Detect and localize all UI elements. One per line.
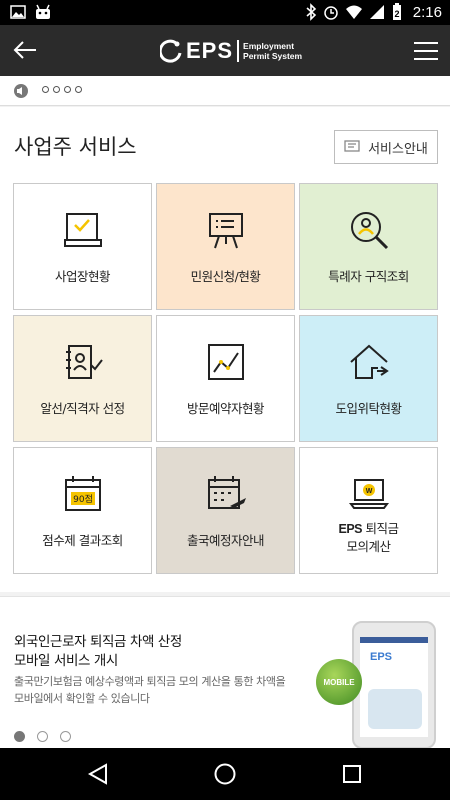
banner-pager-dot[interactable]: [60, 731, 71, 742]
line-chart-icon: [207, 344, 244, 380]
status-bar: 2 2:16: [0, 0, 450, 25]
notice-ticker[interactable]: [0, 76, 450, 106]
tile-label: 방문예약자현황: [186, 401, 265, 416]
battery-level: 2: [394, 9, 399, 19]
banner-title: 외국인근로자 퇴직금 차액 산정 모바일 서비스 개시: [14, 633, 182, 671]
alarm-icon: [324, 6, 338, 20]
speaker-icon: [14, 84, 28, 98]
notice-pager-dot[interactable]: [53, 86, 60, 93]
house-icon: [349, 344, 389, 379]
svg-text:W: W: [365, 488, 372, 495]
logo-divider: [237, 40, 240, 62]
contact-check-icon: [65, 345, 103, 379]
mobile-badge: MOBILE: [316, 659, 362, 705]
wifi-icon: [345, 5, 362, 19]
phone-header-bar: [360, 637, 428, 643]
tile-label: 민원신청/현황: [190, 269, 261, 284]
notice-pager-dot[interactable]: [75, 86, 82, 93]
bluetooth-icon: [306, 3, 316, 21]
score-calendar-icon: 90점: [64, 476, 101, 511]
tile-score-result[interactable]: 90점 점수제 결과조회: [13, 447, 152, 574]
section-title: 사업주 서비스: [14, 135, 137, 159]
notice-pager-dot[interactable]: [64, 86, 71, 93]
promo-banner[interactable]: 외국인근로자 퇴직금 차액 산정 모바일 서비스 개시 출국만기보험금 예상수령…: [0, 596, 450, 749]
tile-import-entrustment[interactable]: 도입위탁현황: [299, 315, 438, 442]
phone-screen: EPS: [360, 637, 428, 737]
tile-label: 특례자 구직조회: [328, 269, 409, 284]
hamburger-menu-icon[interactable]: [414, 41, 438, 61]
tile-label-bold: EPS: [338, 522, 362, 536]
banner-pager: [14, 731, 71, 742]
tile-label: 사업장현황: [54, 269, 111, 284]
notice-pager: [42, 86, 82, 93]
logo-subtitle-line2: Permit System: [243, 51, 303, 61]
chat-bubble-icon: [344, 140, 360, 152]
tile-label: 출국예정자안내: [186, 533, 265, 548]
image-icon: [10, 5, 26, 19]
banner-title-line1: 외국인근로자 퇴직금 차액 산정: [14, 634, 182, 650]
back-arrow-icon[interactable]: [12, 37, 38, 63]
person-search-icon: [350, 212, 388, 250]
service-guide-button[interactable]: 서비스안내: [334, 130, 438, 164]
certificate-icon: [63, 213, 102, 247]
tile-civil-application[interactable]: 민원신청/현황: [156, 183, 295, 310]
employer-service-section: 사업주 서비스 서비스안내 사업장현황 민원신청/현황 특례자 구직조회 알선/…: [0, 107, 450, 592]
android-icon: [36, 4, 50, 19]
tile-referral-selection[interactable]: 알선/직격자 선정: [13, 315, 152, 442]
phone-logo: EPS: [370, 651, 393, 663]
score-badge: 90점: [73, 493, 93, 505]
tile-label-line2: 모의계산: [346, 539, 391, 554]
banner-description: 출국만기보험금 예상수령액과 퇴직금 모의 계산을 통한 차액을 모바일에서 확…: [14, 675, 286, 705]
phone-illustration: EPS: [352, 621, 436, 749]
eps-logo: EPS Employment Permit System: [160, 37, 302, 65]
app-bar: EPS Employment Permit System: [0, 25, 450, 76]
battery-icon: 2: [392, 3, 401, 20]
tile-label-rest: 퇴직금: [365, 521, 399, 536]
banner-pager-dot-active[interactable]: [14, 731, 25, 742]
logo-subtitle-line1: Employment: [243, 41, 295, 51]
departure-calendar-icon: [207, 476, 246, 509]
tile-label: EPS 퇴직금 모의계산: [300, 520, 437, 555]
screen: 2 2:16 EPS Employment Permit System 사업주 …: [0, 0, 450, 800]
nav-recents-icon[interactable]: [341, 762, 363, 786]
tile-special-job-search[interactable]: 특례자 구직조회: [299, 183, 438, 310]
banner-pager-dot[interactable]: [37, 731, 48, 742]
eps-logo-swoosh-icon: [160, 39, 182, 63]
banner-title-line2: 모바일 서비스 개시: [14, 653, 118, 669]
logo-subtitle: Employment Permit System: [243, 41, 302, 61]
nav-back-icon[interactable]: [86, 762, 110, 786]
tile-label: 점수제 결과조회: [42, 533, 123, 548]
service-grid: 사업장현황 민원신청/현황 특례자 구직조회 알선/직격자 선정 방문예약자현황: [13, 183, 438, 574]
clock: 2:16: [412, 3, 442, 21]
nav-home-icon[interactable]: [213, 762, 237, 786]
notice-pager-dot[interactable]: [42, 86, 49, 93]
logo-mark: EPS: [186, 38, 234, 63]
laptop-won-icon: W: [348, 479, 389, 509]
hand-illustration: [368, 689, 422, 729]
service-guide-label: 서비스안내: [368, 141, 428, 157]
tile-label: 도입위탁현황: [335, 401, 402, 416]
tile-eps-severance-calc[interactable]: W EPS 퇴직금 모의계산: [299, 447, 438, 574]
tile-label: 알선/직격자 선정: [40, 401, 125, 416]
tile-workplace-status[interactable]: 사업장현황: [13, 183, 152, 310]
tile-visit-reservation[interactable]: 방문예약자현황: [156, 315, 295, 442]
signal-icon: [369, 5, 384, 19]
presentation-board-icon: [208, 213, 243, 249]
tile-departure-guide[interactable]: 출국예정자안내: [156, 447, 295, 574]
system-nav-bar: [0, 748, 450, 800]
